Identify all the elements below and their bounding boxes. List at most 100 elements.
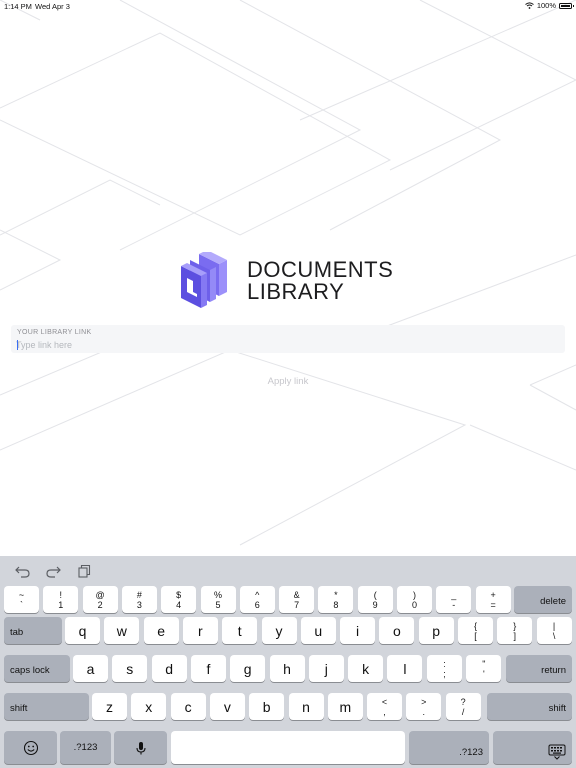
key-label: -: [452, 599, 456, 610]
key-label: o: [392, 622, 401, 639]
key-9[interactable]: (9: [357, 586, 393, 613]
delete-key[interactable]: delete: [514, 586, 572, 613]
key-bottom-punct-2[interactable]: ? /: [445, 693, 481, 720]
battery-icon: [559, 2, 574, 9]
brand-line-1: DOCUMENTS: [247, 257, 394, 282]
status-date: Wed Apr 3: [35, 2, 70, 11]
key-10[interactable]: ) 0: [397, 586, 432, 613]
key-punct-1[interactable]: }]: [497, 617, 533, 644]
key-k[interactable]: k: [348, 655, 384, 682]
key-label: z: [106, 698, 113, 715]
library-link-field[interactable]: YOUR LIBRARY LINK: [11, 325, 565, 353]
key-l[interactable]: l: [387, 655, 423, 682]
key-label: d: [165, 660, 173, 677]
space-key[interactable]: [171, 731, 405, 764]
key-label: u: [314, 622, 323, 639]
key-label: ': [482, 668, 485, 679]
key-home-punct-1[interactable]: " ': [466, 655, 502, 682]
key-v[interactable]: v: [209, 693, 245, 720]
key-z[interactable]: z: [92, 693, 127, 720]
key-label-shifted: *: [334, 589, 338, 600]
documents-library-logo-icon: [181, 252, 227, 308]
dictation-key[interactable]: [114, 731, 167, 764]
key-c[interactable]: c: [170, 693, 206, 720]
key-g[interactable]: g: [230, 655, 266, 682]
key-label: ;: [443, 668, 446, 679]
return-key[interactable]: return: [506, 655, 572, 682]
key-q[interactable]: q: [65, 617, 100, 644]
key-bottom-punct-1[interactable]: >.: [406, 693, 442, 720]
hide-keyboard-key[interactable]: [493, 731, 572, 764]
key-label: .: [422, 706, 426, 717]
key-punct-2[interactable]: | \: [536, 617, 572, 644]
key-x[interactable]: x: [131, 693, 167, 720]
key-label: b: [262, 698, 271, 715]
key-s[interactable]: s: [112, 655, 148, 682]
library-link-input[interactable]: [16, 339, 556, 351]
key-12[interactable]: + =: [475, 586, 511, 613]
key-label: r: [198, 622, 203, 639]
key-4[interactable]: $4: [161, 586, 197, 613]
key-label-shifted: %: [213, 589, 222, 600]
key-label: q: [78, 622, 87, 639]
key-8[interactable]: * 8: [318, 586, 354, 613]
key-t[interactable]: t: [222, 617, 258, 644]
key-h[interactable]: h: [269, 655, 305, 682]
undo-icon[interactable]: [15, 564, 31, 578]
key-label: return: [541, 665, 566, 676]
shift-key-right[interactable]: shift: [487, 693, 572, 720]
key-label-shifted: $: [176, 589, 182, 600]
key-home-punct-0[interactable]: :;: [427, 655, 462, 682]
key-11[interactable]: _ -: [436, 586, 472, 613]
key-m[interactable]: m: [327, 693, 363, 720]
key-label-shifted: <: [381, 696, 388, 707]
numbers-key-left[interactable]: .?123: [60, 731, 111, 764]
key-punct-0[interactable]: {[: [458, 617, 493, 644]
emoji-key[interactable]: [4, 731, 57, 764]
key-label: 1: [58, 599, 64, 610]
paste-icon[interactable]: [76, 564, 92, 578]
key-f[interactable]: f: [190, 655, 226, 682]
apply-link-button[interactable]: Apply link: [0, 376, 576, 387]
key-6[interactable]: ^ 6: [239, 586, 275, 613]
key-o[interactable]: o: [379, 617, 415, 644]
key-label: n: [302, 698, 310, 715]
key-p[interactable]: p: [418, 617, 454, 644]
numbers-key-right[interactable]: .?123: [409, 731, 489, 764]
key-label-shifted: &: [293, 589, 300, 600]
key-3[interactable]: #3: [121, 586, 157, 613]
key-0[interactable]: ~ `: [4, 586, 39, 613]
key-2[interactable]: @2: [82, 586, 118, 613]
key-1[interactable]: ! 1: [43, 586, 79, 613]
key-n[interactable]: n: [288, 693, 324, 720]
key-bottom-punct-0[interactable]: <,: [367, 693, 402, 720]
key-label-shifted: {: [473, 620, 477, 631]
key-label: a: [86, 660, 95, 677]
key-label: 6: [254, 599, 260, 610]
key-label: v: [223, 698, 231, 715]
key-d[interactable]: d: [151, 655, 187, 682]
key-b[interactable]: b: [249, 693, 285, 720]
library-link-label: YOUR LIBRARY LINK: [17, 329, 92, 336]
caps-lock-key[interactable]: caps lock: [4, 655, 70, 682]
key-a[interactable]: a: [73, 655, 108, 682]
key-label: /: [461, 706, 465, 717]
key-e[interactable]: e: [143, 617, 179, 644]
key-u[interactable]: u: [300, 617, 336, 644]
key-r[interactable]: r: [182, 617, 218, 644]
key-w[interactable]: w: [104, 617, 140, 644]
tab-key[interactable]: tab: [4, 617, 62, 644]
shift-key-left[interactable]: shift: [4, 693, 89, 720]
status-bar: 1:14 PM Wed Apr 3 100%: [0, 0, 576, 12]
key-label: 7: [294, 599, 300, 610]
key-label-shifted: (: [373, 589, 377, 600]
redo-icon[interactable]: [45, 564, 61, 578]
key-i[interactable]: i: [340, 617, 376, 644]
key-y[interactable]: y: [261, 617, 297, 644]
key-j[interactable]: j: [308, 655, 344, 682]
key-7[interactable]: & 7: [279, 586, 315, 613]
key-5[interactable]: % 5: [200, 586, 236, 613]
key-label: y: [275, 622, 283, 639]
microphone-icon: [135, 741, 146, 754]
key-label: shift: [548, 703, 566, 714]
